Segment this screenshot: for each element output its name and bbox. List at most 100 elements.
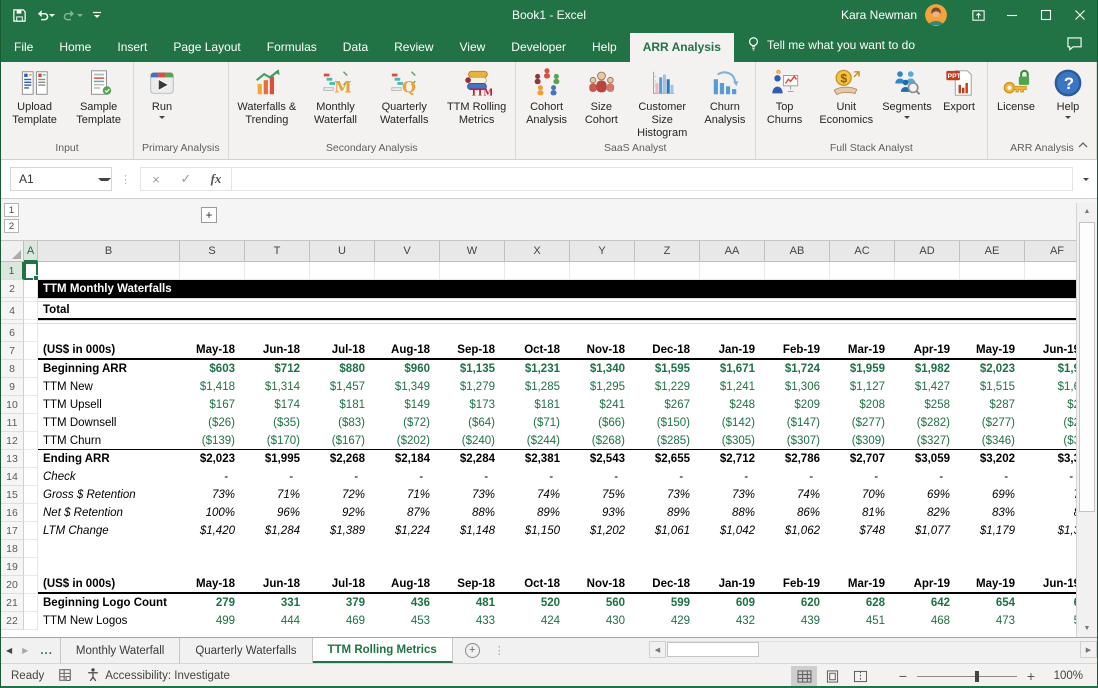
sheet-tab-quarterly-waterfalls[interactable]: Quarterly Waterfalls	[180, 638, 312, 663]
cell-ae16[interactable]: 83%	[960, 504, 1025, 522]
scroll-down-icon[interactable]: ▼	[1077, 620, 1097, 637]
collapse-ribbon-icon[interactable]	[1077, 137, 1089, 155]
cell-ae9[interactable]: $1,515	[960, 378, 1025, 396]
cell-af10[interactable]: $2	[1025, 396, 1078, 414]
cell-b14[interactable]: Check	[38, 468, 180, 486]
cell-t8[interactable]: $712	[245, 360, 310, 378]
cell-z11[interactable]: ($150)	[635, 414, 700, 432]
row-header-2[interactable]: 2	[1, 280, 24, 298]
page-layout-view-button[interactable]	[819, 666, 845, 686]
cell-ab15[interactable]: 74%	[765, 486, 830, 504]
column-header-v[interactable]: V	[375, 241, 440, 262]
cell-w9[interactable]: $1,279	[440, 378, 505, 396]
save-icon[interactable]	[9, 6, 30, 25]
column-header-s[interactable]: S	[180, 241, 245, 262]
cell-af14[interactable]: -	[1025, 468, 1078, 486]
column-header-ac[interactable]: AC	[830, 241, 895, 262]
cell-u8[interactable]: $880	[310, 360, 375, 378]
cell-ac1[interactable]	[830, 262, 895, 280]
cell-af11[interactable]: ($2	[1025, 414, 1078, 432]
cell-x17[interactable]: $1,150	[505, 522, 570, 540]
cell-y14[interactable]: -	[570, 468, 635, 486]
sheet-nav-left-icon[interactable]: ◀	[1, 638, 17, 663]
row-header-11[interactable]: 11	[1, 414, 24, 432]
cell-ae15[interactable]: 69%	[960, 486, 1025, 504]
cell-ac10[interactable]: $208	[830, 396, 895, 414]
undo-button[interactable]	[32, 6, 58, 24]
cell-t22[interactable]: 444	[245, 612, 310, 630]
cell-b9[interactable]: TTM New	[38, 378, 180, 396]
cell-u9[interactable]: $1,457	[310, 378, 375, 396]
row-header-20[interactable]: 20	[1, 576, 24, 594]
row-header-10[interactable]: 10	[1, 396, 24, 414]
cell-x15[interactable]: 74%	[505, 486, 570, 504]
cell-b7[interactable]: (US$ in 000s)	[38, 342, 180, 358]
cell-u17[interactable]: $1,389	[310, 522, 375, 540]
cell-ac16[interactable]: 81%	[830, 504, 895, 522]
column-header-b[interactable]: B	[38, 241, 180, 262]
cell-a6[interactable]	[24, 324, 38, 342]
cell-y16[interactable]: 93%	[570, 504, 635, 522]
column-header-x[interactable]: X	[505, 241, 570, 262]
cell-v13[interactable]: $2,184	[375, 450, 440, 468]
cell-ac21[interactable]: 628	[830, 594, 895, 612]
cell-ae21[interactable]: 654	[960, 594, 1025, 612]
row-header-6[interactable]: 6	[1, 324, 24, 342]
cell-af13[interactable]: $3,3	[1025, 450, 1078, 468]
cell-a20[interactable]	[24, 576, 38, 594]
tab-arr-analysis[interactable]: ARR Analysis	[630, 33, 734, 62]
cell-ad9[interactable]: $1,427	[895, 378, 960, 396]
cell-z1[interactable]	[635, 262, 700, 280]
cell-v17[interactable]: $1,224	[375, 522, 440, 540]
column-header-z[interactable]: Z	[635, 241, 700, 262]
upload-template-button[interactable]: Upload Template	[3, 64, 66, 128]
cell-t21[interactable]: 331	[245, 594, 310, 612]
cohort-analysis-button[interactable]: Cohort Analysis	[518, 64, 576, 128]
cell-a16[interactable]	[24, 504, 38, 522]
export-button[interactable]: PPTExport	[933, 64, 985, 115]
cell-a2[interactable]	[24, 280, 38, 298]
cell-aa11[interactable]: ($142)	[700, 414, 765, 432]
column-header-ab[interactable]: AB	[765, 241, 830, 262]
row-header-16[interactable]: 16	[1, 504, 24, 522]
license-button[interactable]: License	[990, 64, 1042, 115]
cell-af21[interactable]: 6	[1025, 594, 1078, 612]
cell-v12[interactable]: ($202)	[375, 432, 440, 449]
expand-columns-button[interactable]: +	[201, 207, 217, 223]
outline-level-2-button[interactable]: 2	[4, 219, 19, 233]
cell-a19[interactable]	[24, 558, 38, 576]
cell-ac17[interactable]: $748	[830, 522, 895, 540]
cell-ad13[interactable]: $3,059	[895, 450, 960, 468]
cell-z22[interactable]: 429	[635, 612, 700, 630]
cell-s10[interactable]: $167	[180, 396, 245, 414]
cell-w7[interactable]: Sep-18	[440, 342, 505, 358]
cell-ac20[interactable]: Mar-19	[830, 576, 895, 592]
cell-v1[interactable]	[375, 262, 440, 280]
cell-b8[interactable]: Beginning ARR	[38, 360, 180, 378]
cell-t17[interactable]: $1,284	[245, 522, 310, 540]
cell-aa8[interactable]: $1,671	[700, 360, 765, 378]
cell-v16[interactable]: 87%	[375, 504, 440, 522]
quarterly-waterfalls-button[interactable]: QQuarterly Waterfalls	[368, 64, 440, 128]
cell-ab21[interactable]: 620	[765, 594, 830, 612]
monthly-waterfall-button[interactable]: MMonthly Waterfall	[303, 64, 368, 128]
cell-z21[interactable]: 599	[635, 594, 700, 612]
cell-s15[interactable]: 73%	[180, 486, 245, 504]
select-all-corner[interactable]	[1, 241, 24, 262]
tab-view[interactable]: View	[447, 33, 499, 62]
cell-x8[interactable]: $1,231	[505, 360, 570, 378]
cell-ad21[interactable]: 642	[895, 594, 960, 612]
tab-formulas[interactable]: Formulas	[254, 33, 330, 62]
cell-x13[interactable]: $2,381	[505, 450, 570, 468]
tab-developer[interactable]: Developer	[498, 33, 579, 62]
cell-y8[interactable]: $1,340	[570, 360, 635, 378]
cell-aa1[interactable]	[700, 262, 765, 280]
cell-aa14[interactable]: -	[700, 468, 765, 486]
column-header-ad[interactable]: AD	[895, 241, 960, 262]
outline-level-1-button[interactable]: 1	[4, 203, 19, 217]
cell-t9[interactable]: $1,314	[245, 378, 310, 396]
size-cohort-button[interactable]: Size Cohort	[575, 64, 627, 128]
cell-ad7[interactable]: Apr-19	[895, 342, 960, 358]
cell-x1[interactable]	[505, 262, 570, 280]
cell-ab7[interactable]: Feb-19	[765, 342, 830, 358]
